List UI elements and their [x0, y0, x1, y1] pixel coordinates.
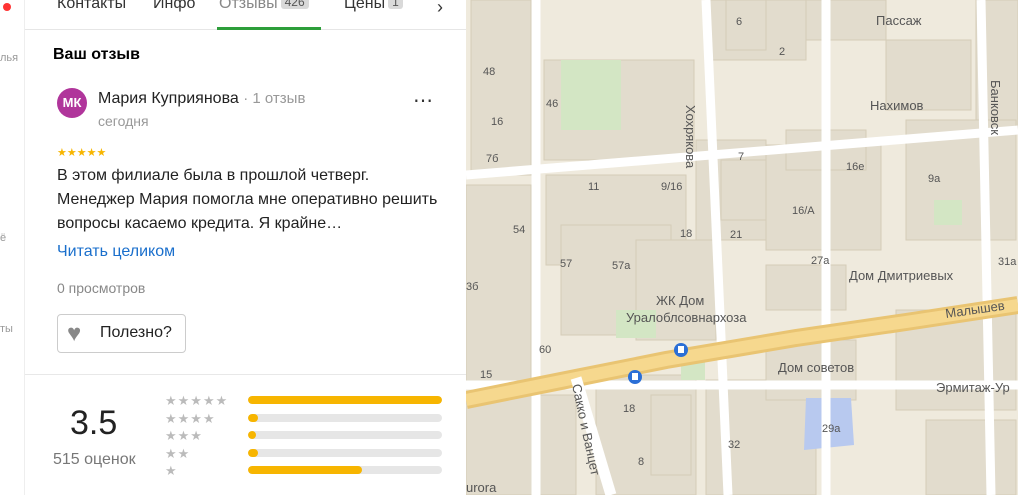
- author-name[interactable]: Мария Куприянова: [98, 90, 239, 107]
- rating-row-stars: ★★: [165, 445, 191, 461]
- rating-row-fill: [248, 413, 258, 422]
- map-label-uralobl: Уралоблсовнархоза: [626, 310, 747, 325]
- map-label-passazh: Пассаж: [876, 13, 922, 28]
- house-number: 11: [588, 181, 599, 193]
- avatar[interactable]: МК: [57, 88, 87, 118]
- tab-bar: Контакты Инфо Отзывы 426 Цены 1 ›: [25, 0, 466, 30]
- tab-info[interactable]: Инфо: [153, 0, 195, 13]
- map-label-dom-sovetov: Дом советов: [778, 360, 854, 375]
- rating-count: 515 оценок: [53, 451, 136, 468]
- tab-contacts[interactable]: Контакты: [57, 0, 126, 13]
- rating-row-bar: [248, 413, 442, 422]
- author-review-count: · 1 отзыв: [243, 90, 306, 107]
- rating-row-fill: [248, 396, 442, 404]
- divider: [25, 374, 466, 375]
- house-number: 2: [779, 46, 785, 58]
- review-date: сегодня: [98, 113, 149, 129]
- house-number: 8: [638, 456, 644, 468]
- house-number: 18: [680, 228, 692, 240]
- tab-prices[interactable]: Цены 1: [344, 0, 403, 13]
- review-author[interactable]: Мария Куприянова · 1 отзыв: [98, 90, 305, 108]
- heart-icon: ♥: [67, 320, 82, 347]
- rating-row-bar: [248, 448, 442, 457]
- rating-row-stars: ★★★★★: [165, 393, 229, 408]
- active-tab-indicator: [217, 27, 321, 30]
- building-blocks: [466, 0, 1018, 495]
- house-number: 29а: [822, 423, 841, 435]
- map-label-aurora: urora: [466, 480, 497, 495]
- map-label-zhk-dom: ЖК Дом: [656, 293, 704, 308]
- rating-row-bar: [248, 466, 442, 474]
- tab-reviews[interactable]: Отзывы 426: [219, 0, 309, 13]
- house-number: 16е: [846, 161, 864, 173]
- rating-row-stars: ★: [165, 463, 178, 478]
- bus-stop-icon: [628, 370, 642, 384]
- house-number: 46: [546, 98, 558, 110]
- house-number: 3б: [466, 281, 478, 293]
- rail-fragment: лья: [0, 52, 19, 64]
- house-number: 32: [728, 439, 740, 451]
- house-number: 9/16: [661, 181, 682, 193]
- house-number: 7: [738, 151, 744, 163]
- house-number: 31а: [998, 256, 1017, 268]
- left-rail: лья ё ты: [0, 0, 25, 495]
- house-number: 6: [736, 16, 742, 28]
- map-label-ermitazh: Эрмитаж-Ур: [936, 380, 1010, 395]
- house-number: 9а: [928, 173, 941, 185]
- useful-button[interactable]: ♥ Полезно?: [57, 314, 186, 353]
- prices-count-badge: 1: [388, 0, 403, 9]
- house-number: 27а: [811, 255, 830, 267]
- review-rating-stars: ★★★★★: [57, 147, 107, 159]
- house-number: 7б: [486, 153, 498, 165]
- more-options-icon[interactable]: ⋯: [413, 88, 434, 113]
- map-label-khokhryakova: Хохрякова: [683, 105, 698, 169]
- rating-row-stars: ★★★: [165, 428, 203, 443]
- views-count: 0 просмотров: [57, 280, 146, 296]
- map-label-dom-dmitrievykh: Дом Дмитриевых: [849, 268, 954, 283]
- reviews-count-badge: 426: [280, 0, 309, 9]
- rating-row-stars: ★★★★: [165, 410, 216, 426]
- house-number: 54: [513, 224, 525, 236]
- rail-fragment: ё: [0, 232, 7, 244]
- read-more-link[interactable]: Читать целиком: [57, 243, 175, 261]
- house-number: 60: [539, 344, 551, 356]
- map-canvas[interactable]: Пассаж Нахимов Банковск Хохрякова Дом Дм…: [466, 0, 1018, 495]
- map-label-nakhimov: Нахимов: [870, 98, 924, 113]
- rail-fragment: ты: [0, 323, 13, 335]
- house-number: 57а: [612, 260, 631, 272]
- tabs-next-arrow-icon[interactable]: ›: [437, 0, 443, 18]
- rating-row-bar: [248, 431, 442, 439]
- house-number: 57: [560, 258, 572, 270]
- house-number: 15: [480, 369, 492, 381]
- rating-score: 3.5: [70, 404, 118, 442]
- org-panel: Контакты Инфо Отзывы 426 Цены 1 › Ваш отзы…: [25, 0, 466, 495]
- house-number: 21: [730, 229, 742, 241]
- useful-label: Полезно?: [100, 324, 172, 341]
- rating-row-fill: [248, 466, 363, 474]
- rating-row-fill: [248, 448, 258, 457]
- house-number: 16: [491, 116, 503, 128]
- house-number: 18: [623, 403, 635, 415]
- map-view[interactable]: Пассаж Нахимов Банковск Хохрякова Дом Дм…: [466, 0, 1018, 495]
- house-number: 16/А: [792, 205, 815, 217]
- notification-dot: [3, 3, 11, 11]
- rating-row-bar: [248, 396, 442, 404]
- map-label-bankovsky: Банковск: [988, 80, 1003, 135]
- bus-stop-icon: [674, 343, 688, 357]
- section-title: Ваш отзыв: [53, 46, 140, 63]
- review-text: В этом филиале была в прошлой четверг. М…: [57, 167, 438, 232]
- rating-row-fill: [248, 431, 256, 439]
- house-number: 48: [483, 66, 495, 78]
